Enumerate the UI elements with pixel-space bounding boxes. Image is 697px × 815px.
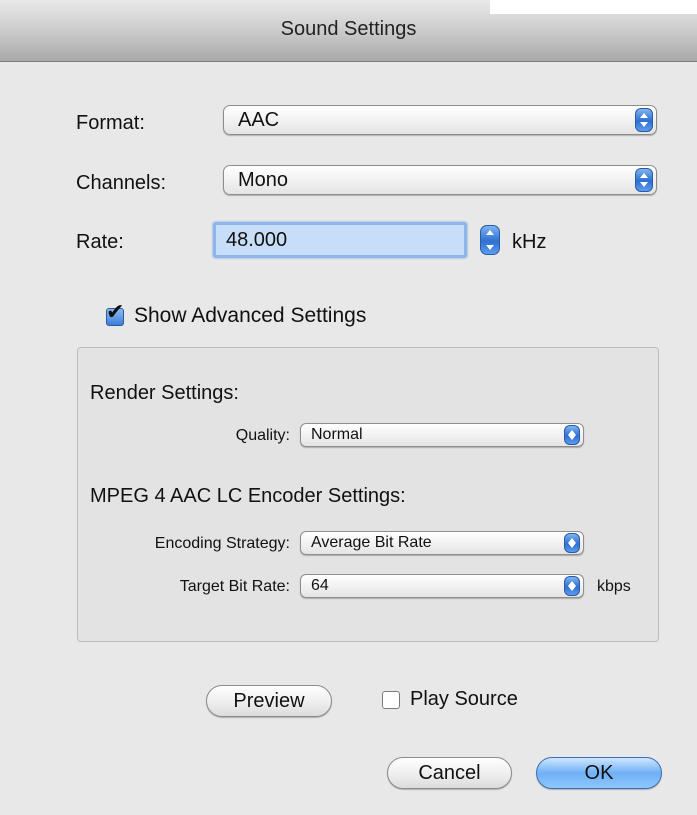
target-bit-rate-popup[interactable]: 64 bbox=[300, 574, 584, 598]
popup-arrows-icon bbox=[635, 168, 653, 192]
format-value: AAC bbox=[238, 109, 280, 131]
ok-button[interactable]: OK bbox=[536, 757, 662, 789]
encoder-settings-heading: MPEG 4 AAC LC Encoder Settings: bbox=[90, 485, 406, 507]
bit-rate-unit: kbps bbox=[597, 578, 631, 595]
target-bit-rate-label: Target Bit Rate: bbox=[179, 578, 290, 595]
channels-popup[interactable]: Mono bbox=[223, 165, 657, 195]
rate-stepper[interactable] bbox=[480, 225, 500, 255]
format-popup[interactable]: AAC bbox=[223, 105, 657, 135]
window-title: Sound Settings bbox=[280, 18, 417, 40]
channels-value: Mono bbox=[238, 169, 289, 191]
popup-arrows-icon bbox=[564, 533, 580, 553]
preview-button[interactable]: Preview bbox=[206, 685, 332, 717]
popup-arrows-icon bbox=[564, 425, 580, 445]
format-label: Format: bbox=[76, 112, 145, 134]
rate-unit: kHz bbox=[512, 231, 547, 253]
quality-value: Normal bbox=[311, 426, 363, 443]
sound-settings-dialog: Sound Settings Format: AAC Channels: Mon… bbox=[0, 0, 697, 815]
target-bit-rate-value: 64 bbox=[311, 577, 329, 594]
checkmark-icon: ✔ bbox=[106, 299, 125, 324]
show-advanced-checkbox[interactable]: ✔ bbox=[106, 301, 124, 326]
rate-input[interactable]: 48.000 bbox=[213, 222, 467, 258]
play-source-label[interactable]: Play Source bbox=[410, 688, 518, 711]
show-advanced-label[interactable]: Show Advanced Settings bbox=[134, 304, 366, 328]
encoding-strategy-value: Average Bit Rate bbox=[311, 534, 432, 551]
channels-label: Channels: bbox=[76, 172, 167, 194]
background-strip bbox=[490, 0, 697, 14]
render-settings-heading: Render Settings: bbox=[90, 382, 239, 404]
cancel-button[interactable]: Cancel bbox=[387, 757, 512, 789]
popup-arrows-icon bbox=[635, 108, 653, 132]
encoding-strategy-label: Encoding Strategy: bbox=[154, 535, 290, 552]
quality-popup[interactable]: Normal bbox=[300, 423, 584, 447]
quality-label: Quality: bbox=[235, 427, 290, 444]
rate-value: 48.000 bbox=[226, 229, 288, 251]
popup-arrows-icon bbox=[564, 576, 580, 596]
encoding-strategy-popup[interactable]: Average Bit Rate bbox=[300, 531, 584, 555]
rate-label: Rate: bbox=[76, 231, 124, 253]
play-source-checkbox[interactable] bbox=[382, 691, 400, 709]
